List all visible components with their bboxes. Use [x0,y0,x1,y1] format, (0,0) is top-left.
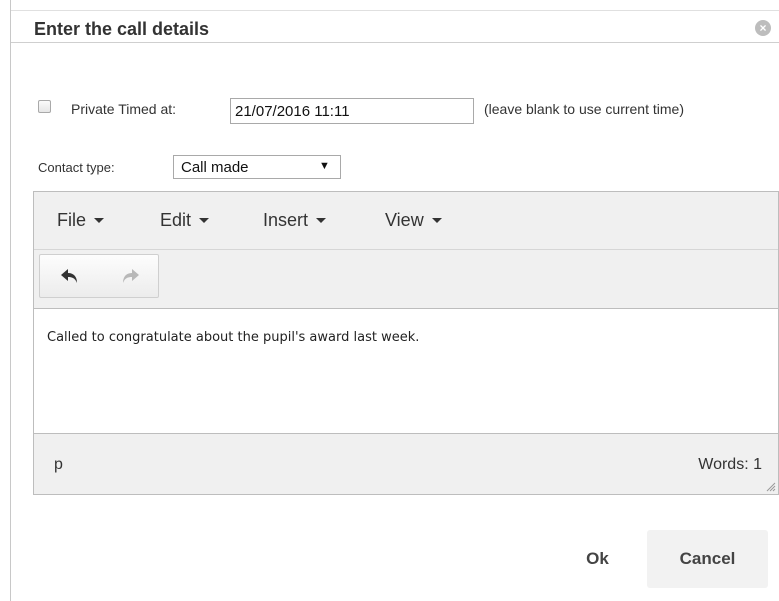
menu-edit[interactable]: Edit [160,210,210,231]
undo-button[interactable] [40,255,100,297]
redo-button[interactable] [100,255,160,297]
caret-down-icon [199,217,210,223]
dropdown-arrow-icon: ▼ [319,160,330,172]
undo-icon [61,269,77,283]
menu-insert-label: Insert [263,210,309,230]
editor-content-text: Called to congratulate about the pupil's… [47,330,420,345]
resize-handle-icon[interactable] [766,482,776,492]
ok-button[interactable]: Ok [560,530,635,588]
redo-icon [123,269,139,283]
timed-at-input[interactable] [230,98,474,124]
caret-down-icon [431,217,442,223]
private-checkbox[interactable] [38,100,51,113]
close-icon[interactable]: × [755,20,771,36]
menu-file[interactable]: File [57,210,105,231]
menu-insert[interactable]: Insert [263,210,327,231]
editor-statusbar: p Words: 1 [34,433,778,494]
caret-down-icon [94,217,105,223]
dialog-title: Enter the call details [34,19,210,39]
menu-view-label: View [385,210,424,230]
editor-toolbar [34,250,778,309]
caret-down-icon [316,217,327,223]
contact-type-select[interactable]: Call made ▼ [173,155,341,179]
undo-redo-group [39,254,159,298]
contact-type-label: Contact type: [38,160,115,175]
dialog-header: Enter the call details × [11,10,779,43]
timed-hint: (leave blank to use current time) [484,101,684,117]
editor-content-area[interactable]: Called to congratulate about the pupil's… [34,309,778,433]
rich-text-editor: File Edit Insert View Called to congratu… [33,191,779,495]
call-details-dialog: Enter the call details × Private Timed a… [10,0,779,601]
word-count: Words: 1 [698,456,762,473]
menu-edit-label: Edit [160,210,192,230]
element-path[interactable]: p [54,456,63,474]
private-timed-label: Private Timed at: [71,101,177,117]
menu-view[interactable]: View [385,210,442,231]
editor-menubar: File Edit Insert View [34,192,778,250]
menu-file-label: File [57,210,87,230]
cancel-button[interactable]: Cancel [647,530,768,588]
contact-type-value: Call made [181,159,249,176]
